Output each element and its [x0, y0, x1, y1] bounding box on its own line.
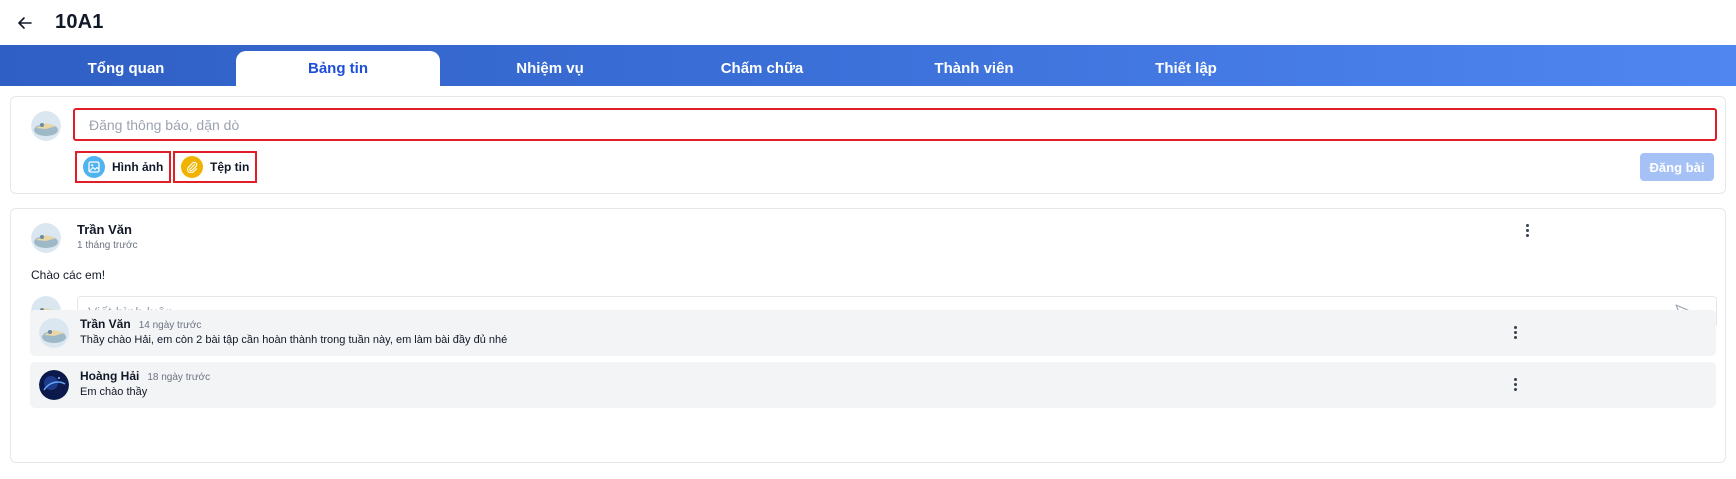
tab-newsfeed[interactable]: Bảng tin	[236, 51, 440, 86]
post-submit-button[interactable]: Đăng bài	[1640, 153, 1714, 181]
more-options-icon[interactable]	[1520, 221, 1534, 239]
comment-author: Trần Văn	[80, 317, 131, 331]
attach-image-label: Hình ảnh	[112, 160, 164, 174]
top-bar: 10A1	[0, 0, 1736, 45]
tab-overview[interactable]: Tổng quan	[24, 51, 228, 86]
comment-author: Hoàng Hải	[80, 369, 140, 383]
comment-item: Hoàng Hải 18 ngày trước Em chào thầy	[30, 362, 1716, 408]
arrow-left-icon[interactable]	[18, 15, 34, 31]
comment-item: Trần Văn 14 ngày trước Thầy chào Hải, em …	[30, 310, 1716, 356]
more-options-icon[interactable]	[1508, 375, 1522, 393]
attach-image-button[interactable]: Hình ảnh	[75, 151, 172, 183]
comment-timestamp: 18 ngày trước	[147, 372, 211, 383]
avatar	[39, 318, 69, 348]
image-icon	[83, 156, 105, 178]
post-body: Chào các em!	[31, 268, 106, 282]
tab-members[interactable]: Thành viên	[872, 51, 1076, 86]
comment-text: Thầy chào Hải, em còn 2 bài tập cần hoàn…	[80, 334, 508, 346]
post-author: Trần Văn	[77, 222, 132, 237]
tab-settings[interactable]: Thiết lập	[1084, 51, 1288, 86]
comment-text: Em chào thầy	[80, 386, 148, 398]
avatar	[39, 370, 69, 400]
post-composer: Hình ảnh Tệp tin Đăng bài	[10, 96, 1726, 194]
avatar	[31, 223, 61, 253]
page-title: 10A1	[55, 11, 104, 33]
paperclip-icon	[181, 156, 203, 178]
more-options-icon[interactable]	[1508, 323, 1522, 341]
post-timestamp: 1 tháng trước	[77, 240, 138, 251]
tab-bar: Tổng quan Bảng tin Nhiệm vụ Chấm chữa Th…	[0, 45, 1736, 86]
avatar	[31, 111, 61, 141]
post-input[interactable]	[73, 108, 1717, 141]
comment-timestamp: 14 ngày trước	[138, 320, 202, 331]
attach-file-button[interactable]: Tệp tin	[173, 151, 258, 183]
tab-grading[interactable]: Chấm chữa	[660, 51, 864, 86]
attach-file-label: Tệp tin	[210, 160, 250, 174]
tab-tasks[interactable]: Nhiệm vụ	[448, 51, 652, 86]
comment-author-line: Trần Văn 14 ngày trước	[80, 317, 201, 331]
comment-author-line: Hoàng Hải 18 ngày trước	[80, 369, 210, 383]
